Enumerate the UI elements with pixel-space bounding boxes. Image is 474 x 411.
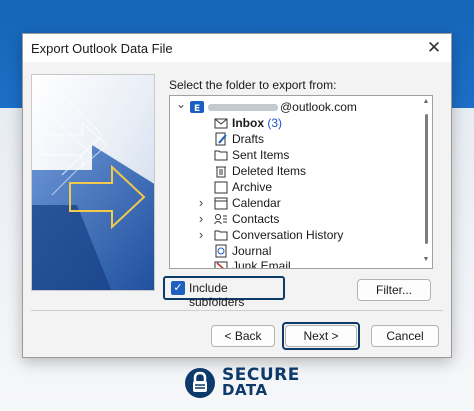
folder-label-sent-items: Sent Items [232,148,290,162]
folder-label-archive: Archive [232,180,273,194]
tree-row-archive[interactable]: Archive [170,179,420,195]
journal-icon [215,244,227,258]
junk-mail-icon [214,261,228,268]
dialog-title: Export Outlook Data File [31,41,173,56]
chevron-down-icon[interactable]: ⌄ [176,96,186,112]
calendar-icon [214,197,228,210]
svg-text:E: E [194,104,200,114]
tree-row-contacts[interactable]: › Contacts [170,211,420,227]
dialog-divider [31,310,443,311]
folder-label-drafts: Drafts [232,132,265,146]
tree-row-inbox[interactable]: Inbox (3) [170,115,420,131]
back-button[interactable]: < Back [211,325,275,347]
chevron-right-icon[interactable]: › [196,195,206,211]
inbox-unread-count: (3) [267,116,283,130]
logo-text-data: DATA [222,381,268,399]
folder-label-calendar: Calendar [232,196,281,210]
trash-icon [216,166,226,178]
tree-row-deleted-items[interactable]: Deleted Items [170,163,420,179]
cancel-button[interactable]: Cancel [371,325,439,347]
banner-graphic [32,75,154,290]
wizard-banner-image [31,74,155,291]
folder-label-contacts: Contacts [232,212,280,226]
export-dialog: Export Outlook Data File ✕ Select the fo… [22,33,452,358]
folder-label-journal: Journal [232,244,272,258]
close-button[interactable]: ✕ [423,37,445,59]
folder-label-conversation-history: Conversation History [232,228,344,242]
checkmark-icon[interactable]: ✓ [171,281,185,295]
tree-row-calendar[interactable]: › Calendar [170,195,420,211]
next-button[interactable]: Next > [285,325,357,347]
include-subfolders-label: Include subfolders [189,281,245,309]
tree-row-junk-email[interactable]: Junk Email [170,258,420,269]
tree-row-drafts[interactable]: Drafts [170,131,420,147]
tree-row-conversation-history[interactable]: › Conversation History [170,227,420,243]
tree-row-sent-items[interactable]: Sent Items [170,147,420,163]
scroll-up-icon[interactable]: ▲ [421,98,431,105]
folder-prompt-label: Select the folder to export from: [169,78,337,92]
scroll-down-icon[interactable]: ▼ [421,256,431,263]
folder-tree[interactable]: ⌄ E @outlook.com Inbox (3) Drafts Sent I… [169,95,433,269]
envelope-icon [214,118,228,129]
folder-label-junk-email: Junk Email [232,259,291,269]
folder-label-inbox: Inbox (3) [232,115,282,131]
filter-button[interactable]: Filter... [357,279,431,301]
chevron-right-icon[interactable]: › [196,227,206,243]
tree-row-account[interactable]: ⌄ E @outlook.com [170,96,420,115]
folder-name-inbox: Inbox [232,116,264,130]
tree-scrollbar[interactable]: ▲ ▼ [420,96,432,268]
secure-data-logo: SECURE DATA [184,365,304,401]
scrollbar-thumb[interactable] [425,114,428,244]
account-name: @outlook.com [280,100,357,114]
account-email-redacted [208,104,278,111]
folder-icon [214,230,228,241]
dialog-titlebar: Export Outlook Data File ✕ [23,34,451,62]
tree-row-journal[interactable]: Journal [170,243,420,259]
sent-folder-icon [214,150,228,161]
include-subfolders-checkbox[interactable]: ✓ Include subfolders [163,276,285,309]
drafts-icon [215,132,227,146]
chevron-right-icon[interactable]: › [196,211,206,227]
lock-icon [185,368,215,398]
archive-icon [214,181,228,194]
folder-label-deleted-items: Deleted Items [232,164,307,178]
outlook-account-icon: E [190,101,204,114]
contacts-icon [214,214,227,225]
